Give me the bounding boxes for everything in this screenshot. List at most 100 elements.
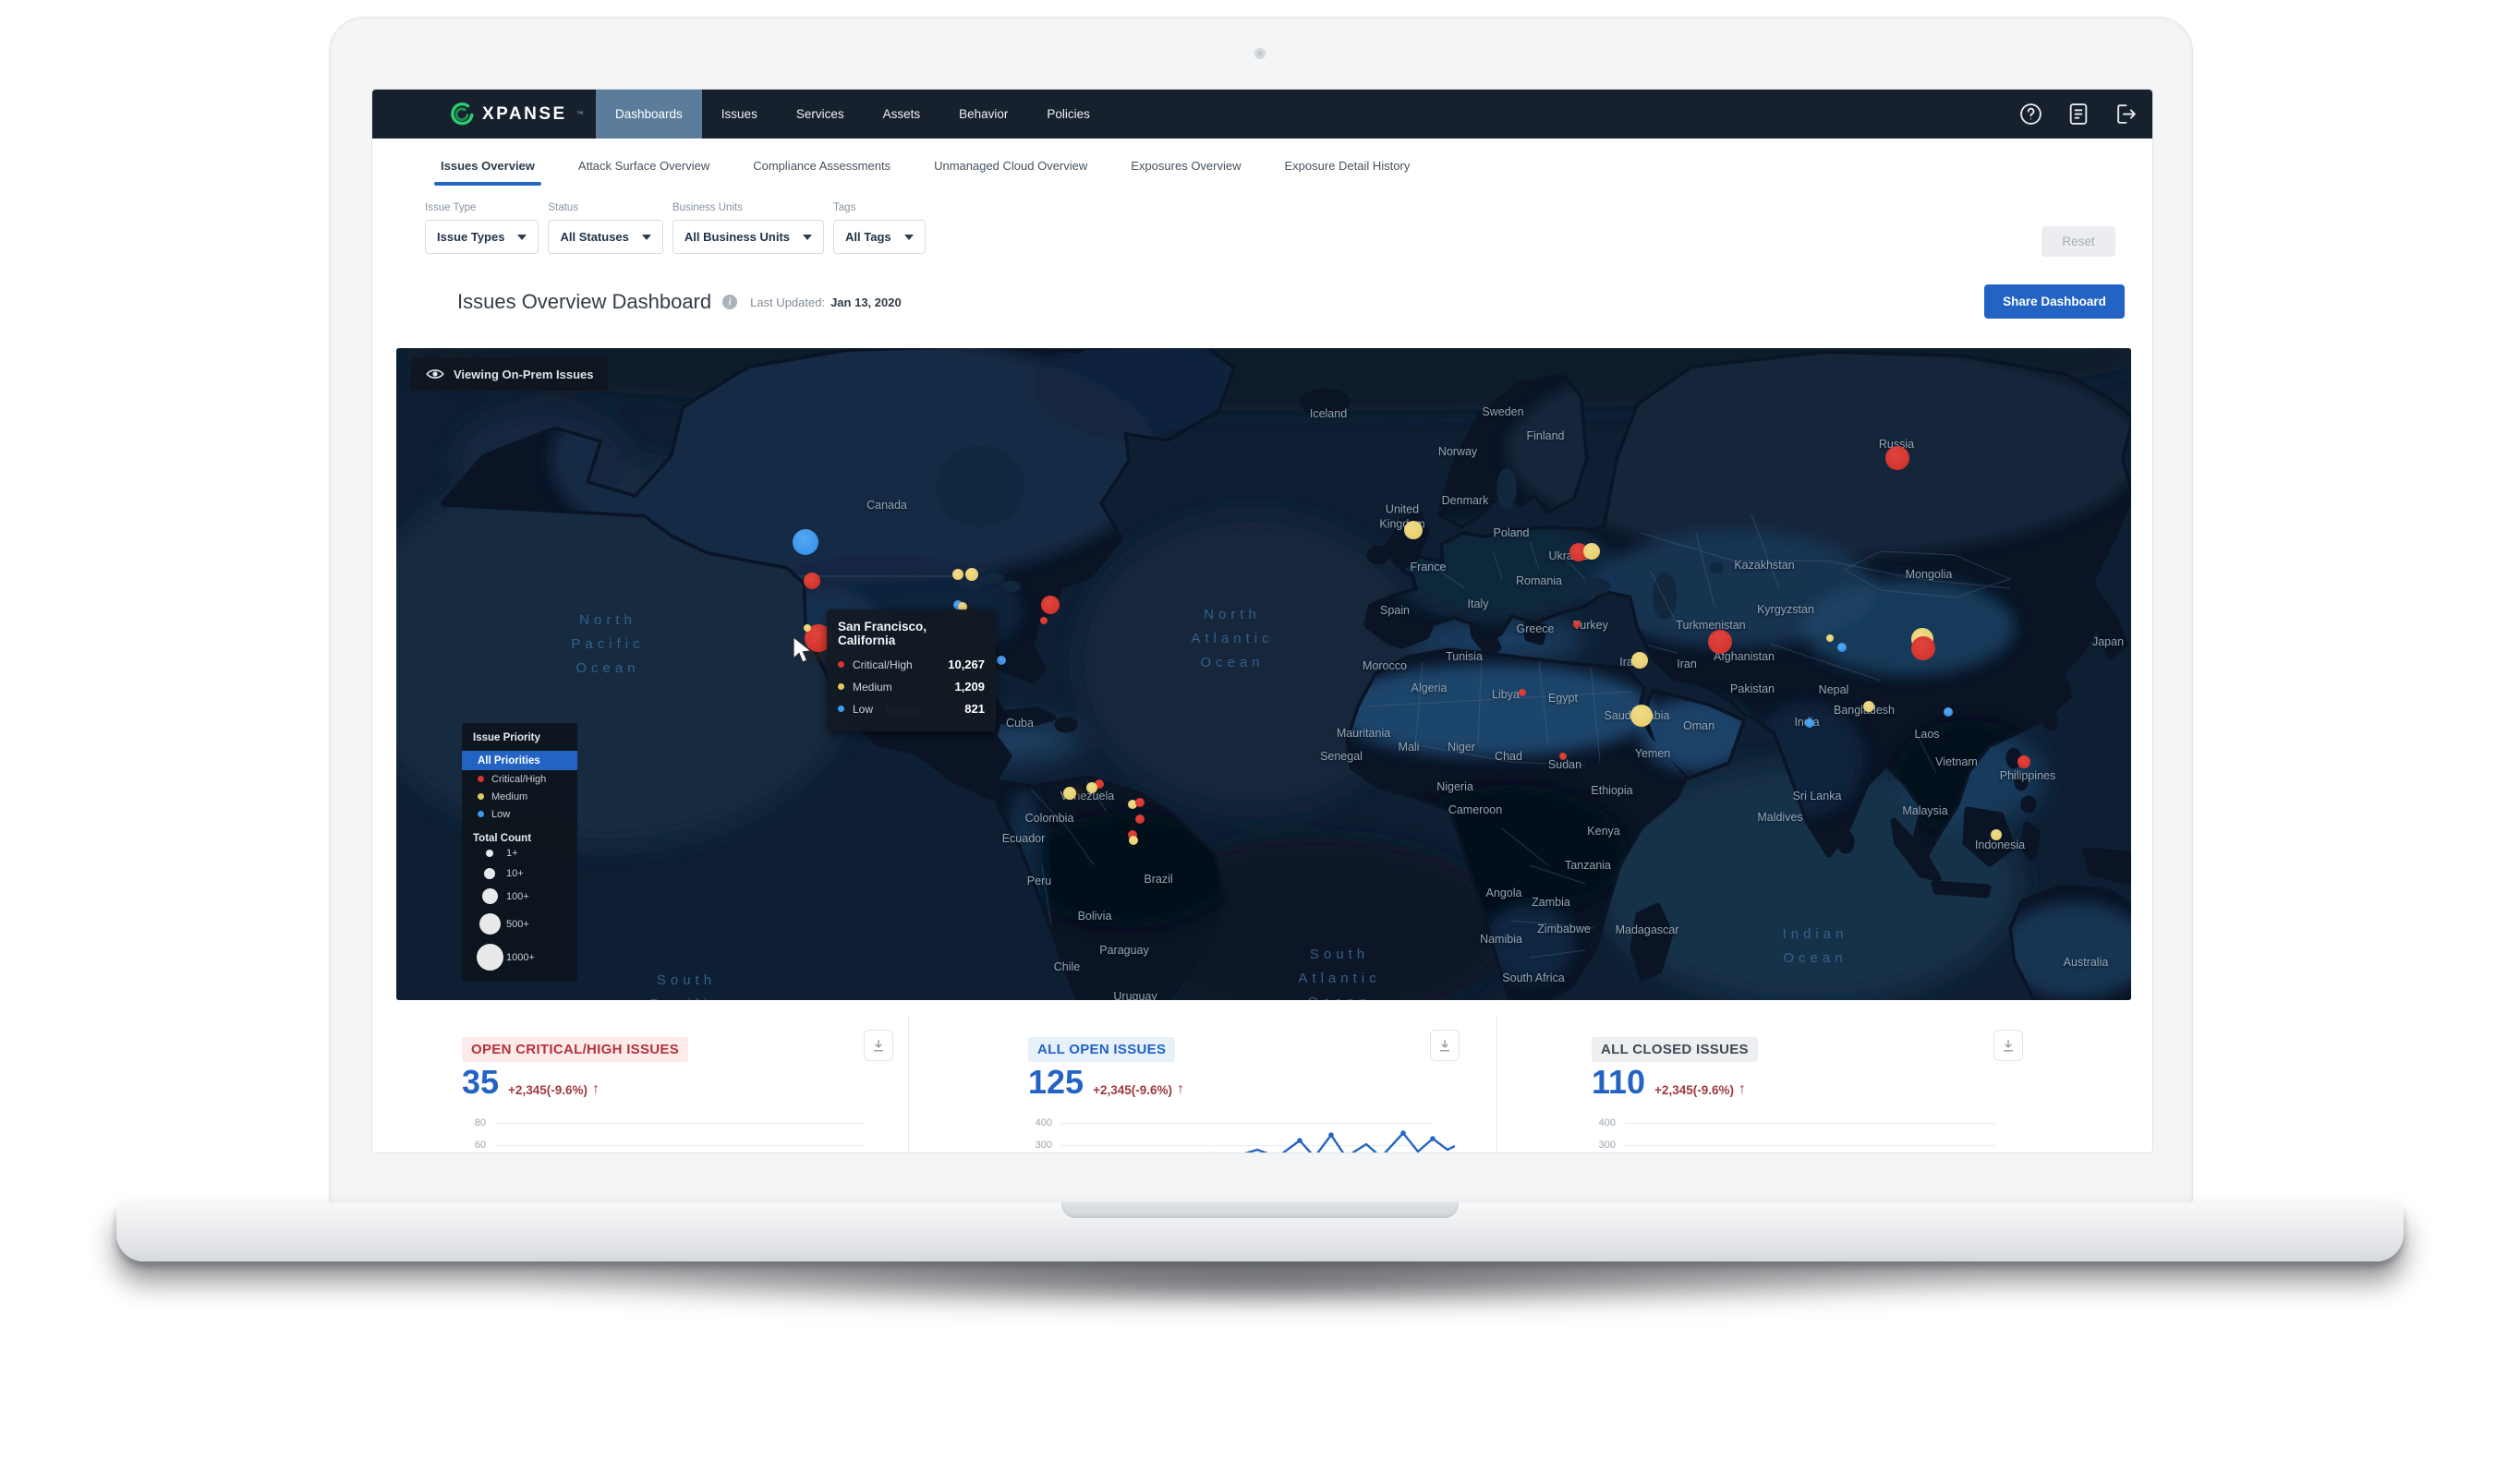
issue-dot-blue[interactable] <box>997 656 1006 665</box>
share-dashboard-button[interactable]: Share Dashboard <box>1984 284 2125 319</box>
issue-dot-red[interactable] <box>1519 689 1526 696</box>
gridline <box>1625 1123 1995 1124</box>
issue-dot-blue[interactable] <box>1837 643 1847 652</box>
issue-dot-yellow[interactable] <box>1631 652 1648 669</box>
country-label-chile: Chile <box>1054 960 1081 975</box>
info-icon[interactable]: i <box>722 295 737 309</box>
issue-dot-blue[interactable] <box>793 529 818 555</box>
tooltip-row-label: Medium <box>853 681 954 694</box>
issue-dot-red[interactable] <box>1885 446 1909 470</box>
tab-compliance-assessments[interactable]: Compliance Assessments <box>753 139 890 192</box>
issue-dot-yellow[interactable] <box>1863 701 1874 712</box>
issue-dot-red[interactable] <box>1708 630 1732 654</box>
issue-dot-red[interactable] <box>1911 636 1935 660</box>
tab-issues-overview[interactable]: Issues Overview <box>441 139 535 192</box>
tab-unmanaged-cloud-overview[interactable]: Unmanaged Cloud Overview <box>934 139 1087 192</box>
issue-dot-red[interactable] <box>1573 621 1581 628</box>
legend-priority-critical-high[interactable]: Critical/High <box>462 770 577 788</box>
issue-dot-yellow[interactable] <box>1063 787 1076 800</box>
country-label-namibia: Namibia <box>1480 933 1522 947</box>
metric-cards-row: OPEN CRITICAL/HIGH ISSUES35+2,345(-9.6%)… <box>372 1000 2152 1152</box>
country-label-uruguay: Uruguay <box>1113 990 1157 1000</box>
nav-item-dashboards[interactable]: Dashboards <box>596 90 702 139</box>
issue-dot-red[interactable] <box>1559 753 1567 760</box>
legend-priority-medium[interactable]: Medium <box>462 788 577 805</box>
axis-gridline-row: 300 <box>1592 1139 1995 1152</box>
card-value-row: 110+2,345(-9.6%)↑ <box>1592 1068 1746 1097</box>
country-label-peru: Peru <box>1027 875 1051 889</box>
ocean-label-line: Atlantic <box>1298 967 1380 991</box>
issue-dot-red[interactable] <box>1135 814 1145 824</box>
issue-dot-yellow[interactable] <box>1086 782 1097 793</box>
filter-dropdown-business-units[interactable]: All Business Units <box>672 220 824 254</box>
nav-item-policies[interactable]: Policies <box>1027 90 1109 139</box>
gridline <box>495 1145 866 1146</box>
tab-attack-surface-overview[interactable]: Attack Surface Overview <box>578 139 709 192</box>
issue-dot-red[interactable] <box>1041 596 1060 614</box>
country-label-japan: Japan <box>2092 635 2124 650</box>
filter-dropdown-tags[interactable]: All Tags <box>833 220 926 254</box>
download-button[interactable] <box>864 1030 893 1061</box>
issue-dot-yellow[interactable] <box>965 568 978 581</box>
help-icon[interactable] <box>2019 103 2042 126</box>
country-label-zambia: Zambia <box>1532 896 1570 911</box>
download-icon <box>1438 1039 1451 1053</box>
release-notes-icon[interactable] <box>2067 103 2090 126</box>
nav-item-services[interactable]: Services <box>777 90 864 139</box>
issue-dot-yellow[interactable] <box>1630 705 1653 727</box>
download-icon <box>2002 1039 2015 1053</box>
tooltip-row-critical-high: Critical/High10,267 <box>838 658 985 671</box>
country-label-philippines: Philippines <box>2000 769 2055 784</box>
country-label-nepal: Nepal <box>1819 683 1849 698</box>
nav-item-issues[interactable]: Issues <box>702 90 777 139</box>
filter-dropdown-status[interactable]: All Statuses <box>548 220 662 254</box>
nav-item-behavior[interactable]: Behavior <box>939 90 1027 139</box>
issue-dot-yellow[interactable] <box>1404 521 1423 539</box>
ocean-label-line: Pacific <box>649 993 722 1000</box>
issue-dot-red[interactable] <box>2017 755 2030 768</box>
nav-item-assets[interactable]: Assets <box>864 90 940 139</box>
country-label-malaysia: Malaysia <box>1902 804 1947 819</box>
country-label-mali: Mali <box>1399 741 1420 755</box>
issue-dot-red[interactable] <box>1040 617 1048 624</box>
country-label-egypt: Egypt <box>1548 692 1578 706</box>
country-label-sweden: Sweden <box>1482 405 1523 420</box>
legend-size-circle-cell <box>473 888 506 904</box>
axis-tick-label: 80 <box>462 1117 486 1128</box>
last-updated-value: Jan 13, 2020 <box>830 296 902 309</box>
download-button[interactable] <box>1993 1030 2023 1061</box>
issue-dot-yellow[interactable] <box>804 624 811 632</box>
issue-dot-yellow[interactable] <box>1129 836 1138 845</box>
issue-dot-blue[interactable] <box>1944 707 1953 717</box>
filter-group-tags: TagsAll Tags <box>833 202 926 254</box>
issue-dot-red[interactable] <box>1135 798 1145 807</box>
legend-count-title: Total Count <box>462 833 577 844</box>
world-map[interactable]: NorthPacificOceanNorthAtlanticOceanSouth… <box>396 348 2131 1000</box>
priority-dot <box>838 706 844 712</box>
logout-icon[interactable] <box>2114 103 2138 126</box>
filter-dropdown-issue-type[interactable]: Issue Types <box>425 220 539 254</box>
filter-label-status: Status <box>548 202 662 213</box>
legend-priority-low[interactable]: Low <box>462 805 577 823</box>
legend-size-label: 1+ <box>506 848 518 859</box>
legend-all-priorities[interactable]: All Priorities <box>462 751 577 770</box>
filter-group-status: Status All Statuses <box>548 202 662 254</box>
issue-dot-yellow[interactable] <box>1583 543 1600 560</box>
axis-tick-label: 60 <box>462 1140 486 1151</box>
issue-dot-red[interactable] <box>804 573 820 589</box>
card-delta: +2,345(-9.6%) <box>1654 1083 1734 1097</box>
brand-logo[interactable]: XPANSE™ <box>450 90 584 139</box>
axis-tick-label: 300 <box>1028 1140 1052 1151</box>
download-button[interactable] <box>1430 1030 1460 1061</box>
issue-dot-yellow[interactable] <box>952 569 963 580</box>
country-label-turkmenistan: Turkmenistan <box>1676 619 1745 633</box>
reset-button[interactable]: Reset <box>2041 226 2115 257</box>
tab-exposures-overview[interactable]: Exposures Overview <box>1131 139 1241 192</box>
issue-dot-yellow[interactable] <box>1826 634 1834 642</box>
tab-exposure-detail-history[interactable]: Exposure Detail History <box>1285 139 1411 192</box>
issue-dot-yellow[interactable] <box>1991 829 2002 840</box>
country-label-morocco: Morocco <box>1363 659 1407 674</box>
issue-dot-blue[interactable] <box>1805 718 1814 728</box>
sparkline-svg <box>1185 1129 1455 1152</box>
country-label-brazil: Brazil <box>1144 873 1172 887</box>
